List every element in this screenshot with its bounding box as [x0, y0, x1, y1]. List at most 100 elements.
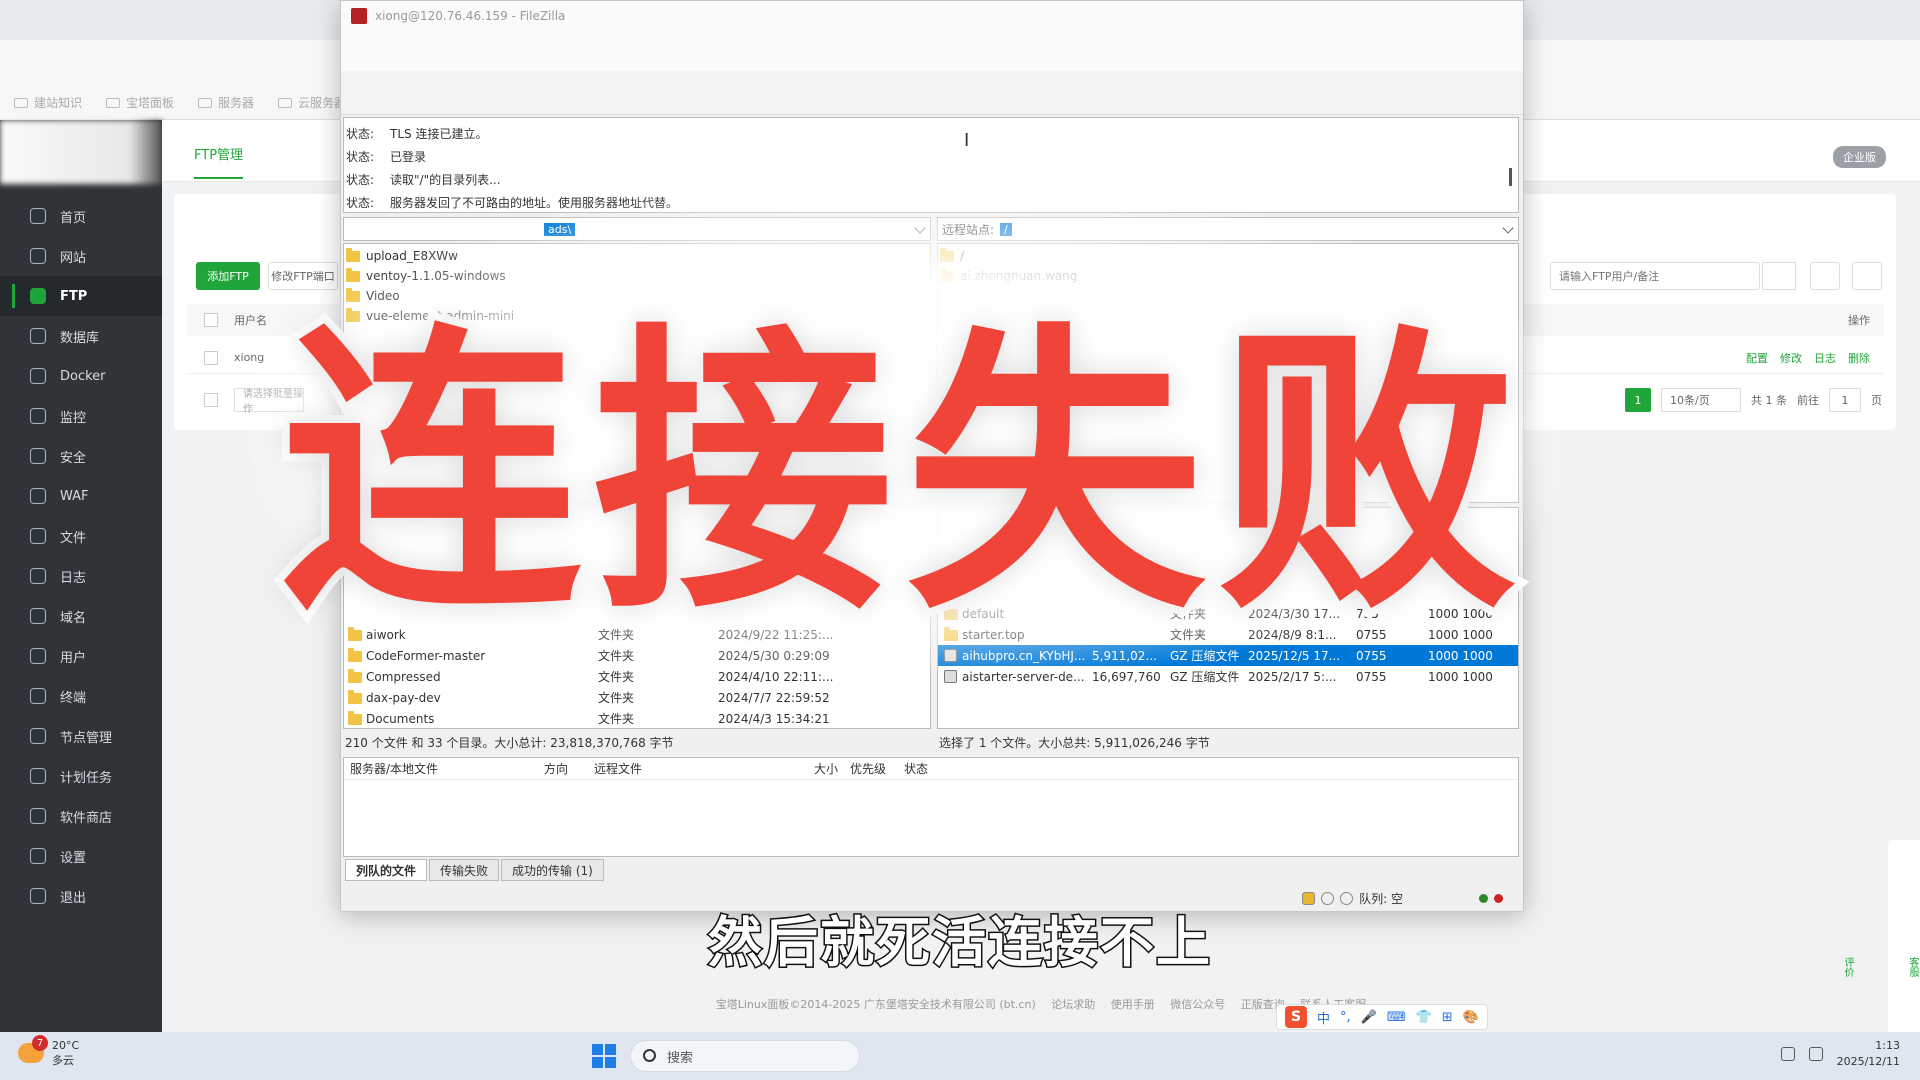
sidebar-item-logs[interactable]: 日志	[0, 556, 162, 596]
modify-link[interactable]: 修改	[1780, 350, 1802, 366]
file-type: 文件夹	[598, 649, 635, 663]
sidebar-item-nodes[interactable]: 节点管理	[0, 716, 162, 756]
page-jump-input[interactable]: 1	[1829, 388, 1861, 412]
bookmark-item[interactable]: 建站知识	[14, 94, 82, 111]
chevron-down-icon[interactable]	[1502, 222, 1514, 234]
ime-punctuation[interactable]: °,	[1340, 1010, 1351, 1025]
log-scrollbar[interactable]	[1509, 168, 1512, 186]
volume-icon[interactable]	[1808, 1047, 1823, 1061]
sidebar-item-domain[interactable]: 域名	[0, 596, 162, 636]
sidebar-item-settings[interactable]: 设置	[0, 836, 162, 876]
queue-col-status[interactable]: 状态	[904, 760, 928, 777]
bookmark-item[interactable]: 服务器	[198, 94, 254, 111]
forum-link[interactable]: 论坛求助	[1051, 998, 1095, 1011]
file-row[interactable]: Compressed 文件夹 2024/4/10 22:11:...	[344, 666, 930, 687]
add-ftp-button[interactable]: 添加FTP	[196, 262, 260, 290]
file-row[interactable]: starter.top 文件夹 2024/8/9 8:1... 0755 1000 10…	[938, 624, 1518, 645]
sidebar-item-terminal[interactable]: 终端	[0, 676, 162, 716]
chevron-down-icon[interactable]	[914, 222, 926, 234]
page-size-select[interactable]: 10条/页	[1661, 388, 1741, 412]
weather-widget[interactable]: 7 20°C 多云	[18, 1035, 79, 1068]
database-icon	[30, 328, 46, 344]
queue-col-direction[interactable]: 方向	[544, 760, 568, 777]
tab-failed-transfers[interactable]: 传输失败	[429, 859, 500, 881]
tree-item[interactable]: /	[938, 246, 1518, 266]
wechat-link[interactable]: 微信公众号	[1170, 998, 1225, 1011]
network-icon[interactable]	[1780, 1047, 1795, 1061]
sidebar-item-files[interactable]: 文件	[0, 516, 162, 556]
manual-link[interactable]: 使用手册	[1111, 998, 1155, 1011]
tree-item[interactable]: Video	[344, 286, 930, 306]
file-row[interactable]: CodeFormer-master 文件夹 2024/5/30 0:29:09	[344, 645, 930, 666]
time: 1:13	[1875, 1039, 1900, 1052]
remote-site-combo[interactable]: 远程站点: /	[937, 217, 1519, 241]
gear-icon[interactable]	[1852, 262, 1882, 290]
bookmark-item[interactable]: 宝塔面板	[106, 94, 174, 111]
file-row[interactable]: aistarter-server-de... 16,697,760 GZ 压缩文件 2…	[938, 666, 1518, 687]
file-type: 文件夹	[598, 628, 635, 642]
tree-item[interactable]: upload_E8XWw	[344, 246, 930, 266]
cloudy-weather-icon: 7	[18, 1035, 48, 1063]
local-site-combo[interactable]: ads\	[343, 217, 931, 241]
bookmark-item[interactable]: 云服务器	[278, 94, 346, 111]
queue-col-priority[interactable]: 优先级	[850, 760, 886, 777]
sidebar-item-users[interactable]: 用户	[0, 636, 162, 676]
search-icon[interactable]	[1762, 262, 1796, 290]
palette-icon[interactable]: 🎨	[1463, 1010, 1479, 1025]
tree-item[interactable]: vue-element-admin-mini	[344, 306, 930, 326]
delete-link[interactable]: 删除	[1848, 350, 1870, 366]
file-name: aiwork	[366, 627, 406, 642]
security-icon	[30, 448, 46, 464]
skin-icon[interactable]: 👕	[1416, 1010, 1432, 1025]
ime-mode-chinese[interactable]: 中	[1317, 1008, 1330, 1027]
sidebar-item-database[interactable]: 数据库	[0, 316, 162, 356]
folder-icon	[106, 97, 121, 108]
tree-item[interactable]: ai.zhongnuan.wang	[938, 266, 1518, 286]
sidebar-item-docker[interactable]: Docker	[0, 356, 162, 396]
toolbox-icon[interactable]: ⊞	[1442, 1010, 1453, 1025]
queue-col-local[interactable]: 服务器/本地文件	[350, 760, 438, 777]
sidebar-item-website[interactable]: 网站	[0, 236, 162, 276]
modify-ftp-port-button[interactable]: 修改FTP端口	[268, 262, 338, 290]
windows-start-icon[interactable]	[592, 1044, 616, 1068]
keyboard-icon[interactable]: ⌨	[1387, 1010, 1406, 1025]
row-checkbox[interactable]	[204, 350, 218, 365]
sidebar-item-monitor[interactable]: 监控	[0, 396, 162, 436]
sidebar-item-security[interactable]: 安全	[0, 436, 162, 476]
config-link[interactable]: 配置	[1746, 350, 1768, 366]
message-log[interactable]: 状态: TLS 连接已建立。 状态: 已登录 状态: 读取"/"的目录列表... 状态…	[343, 117, 1519, 213]
sogou-logo-icon[interactable]: S	[1285, 1006, 1307, 1028]
file-row[interactable]: aiwork 文件夹 2024/9/22 11:25:...	[344, 624, 930, 645]
ftp-search-input[interactable]	[1550, 262, 1760, 290]
sidebar-item-cron[interactable]: 计划任务	[0, 756, 162, 796]
file-row[interactable]: dax-pay-dev 文件夹 2024/7/7 22:59:52	[344, 687, 930, 708]
enterprise-badge[interactable]: 企业版	[1833, 146, 1886, 168]
log-link[interactable]: 日志	[1814, 350, 1836, 366]
microphone-icon[interactable]: 🎤	[1361, 1010, 1377, 1025]
bulk-action-select[interactable]: 请选择批量操作	[234, 388, 304, 415]
clock[interactable]: 1:13 2025/12/11	[1837, 1038, 1900, 1070]
sidebar-item-home[interactable]: 首页	[0, 196, 162, 236]
tab-queued-files[interactable]: 列队的文件	[345, 859, 428, 881]
folder-icon	[346, 307, 360, 322]
file-type: 文件夹	[1170, 607, 1207, 621]
select-all-checkbox[interactable]	[204, 313, 218, 327]
queue-col-size[interactable]: 大小	[814, 760, 838, 777]
file-row[interactable]: Documents 文件夹 2024/4/3 15:34:21	[344, 708, 930, 729]
taskbar-search[interactable]: 搜索	[630, 1040, 860, 1072]
refresh-icon[interactable]	[1810, 262, 1840, 290]
sidebar-item-ftp[interactable]: FTP	[0, 276, 162, 316]
file-row[interactable]: aihubpro.cn_KYbHJ.... 5,911,02... GZ 压缩文件 2…	[938, 645, 1518, 666]
tab-successful-transfers[interactable]: 成功的传输 (1)	[501, 859, 604, 881]
sidebar-item-store[interactable]: 软件商店	[0, 796, 162, 836]
filezilla-window: xiong@120.76.46.159 - FileZilla 状态: TLS 连…	[340, 0, 1524, 912]
file-row[interactable]: default 文件夹 2024/3/30 17... 755 1000 1000	[938, 603, 1518, 624]
bulk-checkbox[interactable]	[204, 393, 218, 407]
queue-col-remote[interactable]: 远程文件	[594, 760, 642, 777]
file-date: 2024/4/10 22:11:...	[718, 669, 834, 684]
tab-ftp-manage[interactable]: FTP管理	[194, 144, 244, 179]
sidebar-item-waf[interactable]: WAF	[0, 476, 162, 516]
sidebar-item-label: 首页	[60, 210, 87, 226]
tree-item[interactable]: ventoy-1.1.05-windows	[344, 266, 930, 286]
page-current[interactable]: 1	[1625, 388, 1651, 412]
